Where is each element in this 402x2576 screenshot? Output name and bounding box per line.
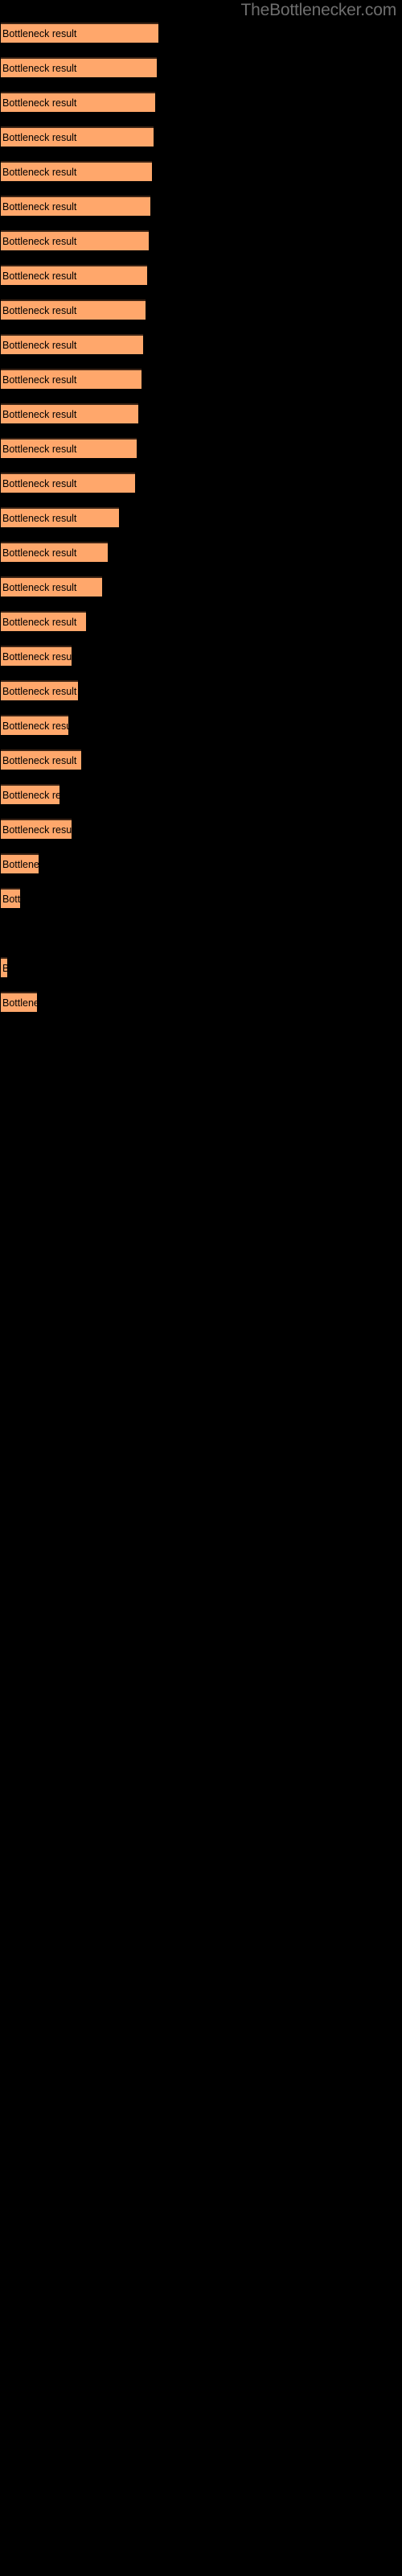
bar-label: Bottleneck result (2, 374, 77, 386)
bar-label: Bottleneck result (2, 477, 77, 489)
bar[interactable]: Bottleneck result (1, 542, 108, 562)
bar[interactable]: Bottleneck result (1, 334, 143, 354)
bar-label: Bottleneck result (2, 408, 77, 420)
bar[interactable]: Bottleneck result (1, 403, 138, 423)
bar[interactable]: Bottleneck result (1, 126, 154, 147)
bar[interactable]: Bottleneck result (1, 957, 7, 977)
bar[interactable]: Bottleneck result (1, 819, 72, 839)
bar-label: Bottleneck result (2, 616, 77, 628)
bar-label: Bottleneck result (2, 512, 77, 524)
bar[interactable]: Bottleneck result (1, 888, 20, 908)
bar[interactable]: Bottleneck result (1, 196, 150, 216)
bar-label: Bottleneck result (2, 235, 77, 247)
bar[interactable]: Bottleneck result (1, 265, 147, 285)
bar-label: Bottleneck result (2, 339, 77, 351)
bar-label: Bottleneck result (2, 650, 72, 663)
bar[interactable]: Bottleneck result (1, 646, 72, 666)
bar-label: Bottleneck result (2, 858, 39, 870)
bar[interactable]: Bottleneck result (1, 507, 119, 527)
bar-label: Bottleneck result (2, 754, 77, 766)
bar-label: Bottleneck result (2, 131, 77, 143)
bar[interactable]: Bottleneck result (1, 853, 39, 873)
bar-label: Bottleneck result (2, 304, 77, 316)
bar[interactable]: Bottleneck result (1, 23, 158, 43)
bar[interactable]: Bottleneck result (1, 611, 86, 631)
bar-label: Bottleneck result (2, 62, 77, 74)
bar[interactable]: Bottleneck result (1, 438, 137, 458)
bar-label: Bottleneck result (2, 443, 77, 455)
bar[interactable]: Bottleneck result (1, 784, 59, 804)
bar[interactable]: Bottleneck result (1, 992, 37, 1012)
bar-label: Bottleneck result (2, 720, 68, 732)
bar[interactable]: Bottleneck result (1, 680, 78, 700)
bar-label: Bottleneck result (2, 789, 59, 801)
bar[interactable]: Bottleneck result (1, 576, 102, 597)
bar-label: Bottleneck result (2, 27, 77, 39)
bar[interactable]: Bottleneck result (1, 161, 152, 181)
bar-label: Bottleneck result (2, 997, 37, 1009)
bar[interactable]: Bottleneck result (1, 473, 135, 493)
chart-plot-area: Bottleneck result Bottleneck result Bottle… (0, 0, 402, 2576)
bar-label: Bottleneck result (2, 685, 77, 697)
bar-label: Bottleneck result (2, 893, 20, 905)
bar[interactable]: Bottleneck result (1, 715, 68, 735)
bar[interactable]: Bottleneck result (1, 57, 157, 77)
bar-label: Bottleneck result (2, 581, 77, 593)
bar-label: Bottleneck result (2, 270, 77, 282)
bottleneck-chart: TheBottlenecker.com Bottleneck result Bot… (0, 0, 402, 2576)
bar-label: Bottleneck result (2, 200, 77, 213)
bar-label: Bottleneck result (2, 166, 77, 178)
bar[interactable]: Bottleneck result (1, 749, 81, 770)
bar-label: Bottleneck result (2, 97, 77, 109)
bar[interactable]: Bottleneck result (1, 369, 142, 389)
bar[interactable]: Bottleneck result (1, 230, 149, 250)
bar-label: Bottleneck result (2, 547, 77, 559)
bar[interactable]: Bottleneck result (1, 299, 146, 320)
bar-label: Bottleneck result (2, 824, 72, 836)
bar-label: Bottleneck result (2, 963, 7, 974)
bar[interactable]: Bottleneck result (1, 92, 155, 112)
